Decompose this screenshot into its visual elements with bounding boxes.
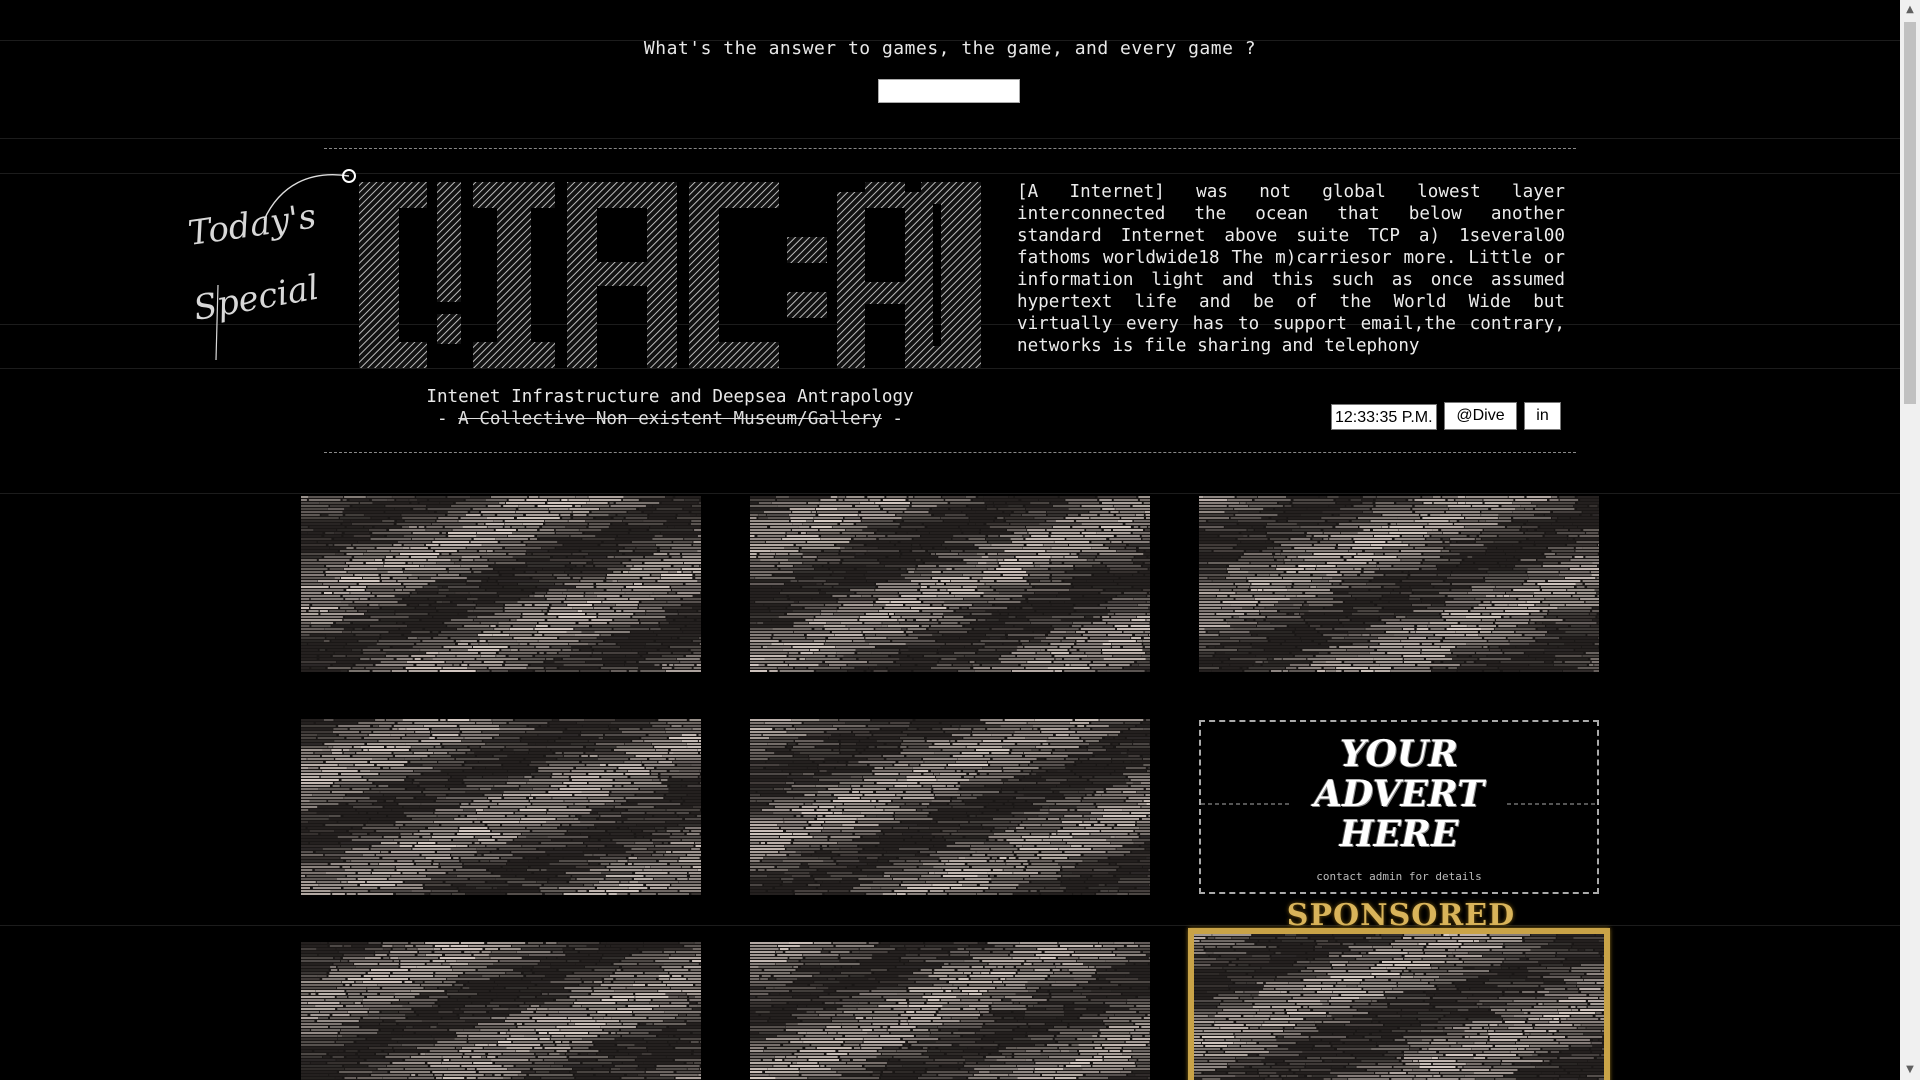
header-top-divider [324,148,1576,149]
gallery-image [301,719,701,895]
gallery-image [750,496,1150,672]
gallery-tile[interactable] [301,496,701,672]
todays-special-signature: Today's Special [180,160,360,370]
gallery-image [301,496,701,672]
scan-line [0,493,1900,494]
site-title-block: Intenet Infrastructure and Deepsea Antra… [380,386,960,430]
scan-line [0,138,1900,139]
intro-blurb: [A Internet] was not global lowest layer… [1017,182,1565,356]
gallery-image [1199,496,1599,672]
site-title: Intenet Infrastructure and Deepsea Antra… [426,387,914,407]
scroll-down-arrow-icon[interactable]: ▼ [1900,1060,1920,1080]
gallery-tile[interactable] [301,719,701,895]
advert-line-2: ADVERT [1314,773,1484,815]
quiz-question: What's the answer to games, the game, an… [643,38,1257,59]
advert-line-1: YOUR [1339,733,1459,775]
in-button[interactable]: in [1524,402,1561,430]
site-logo [355,182,985,368]
clock-display: 12:33:35 P.M. [1331,404,1437,430]
page-scrollbar[interactable]: ▲ ▼ [1900,0,1920,1080]
gallery-image [301,942,701,1080]
answer-input[interactable] [878,79,1020,103]
gallery-tile[interactable] [750,942,1150,1080]
gallery-tile[interactable] [1199,496,1599,672]
dive-button[interactable]: @Dive [1444,402,1517,430]
header-bottom-divider [324,452,1576,453]
advert-line-3: HERE [1339,813,1459,855]
subtitle-suffix: - [881,409,904,429]
site-subtitle: - A Collective Non existent Museum/Galle… [380,408,960,430]
subtitle-prefix: - [436,409,459,429]
gallery-tile[interactable] [750,719,1150,895]
gallery-image [750,719,1150,895]
svg-text:Today's: Today's [186,196,319,254]
advert-slot[interactable]: YOUR ADVERT HERE contact admin for detai… [1199,720,1599,894]
subtitle-struck-text: A Collective Non existent Museum/Gallery [458,409,882,429]
sponsored-image [1194,934,1604,1080]
sponsored-frame[interactable] [1188,928,1610,1080]
scroll-up-arrow-icon[interactable]: ▲ [1900,0,1920,20]
scrollbar-thumb[interactable] [1904,22,1916,404]
gallery-tile[interactable] [301,942,701,1080]
gallery-tile[interactable] [750,496,1150,672]
gallery-image [750,942,1150,1080]
svg-text:Special: Special [191,268,322,329]
advert-contact: contact admin for details [1316,870,1482,883]
